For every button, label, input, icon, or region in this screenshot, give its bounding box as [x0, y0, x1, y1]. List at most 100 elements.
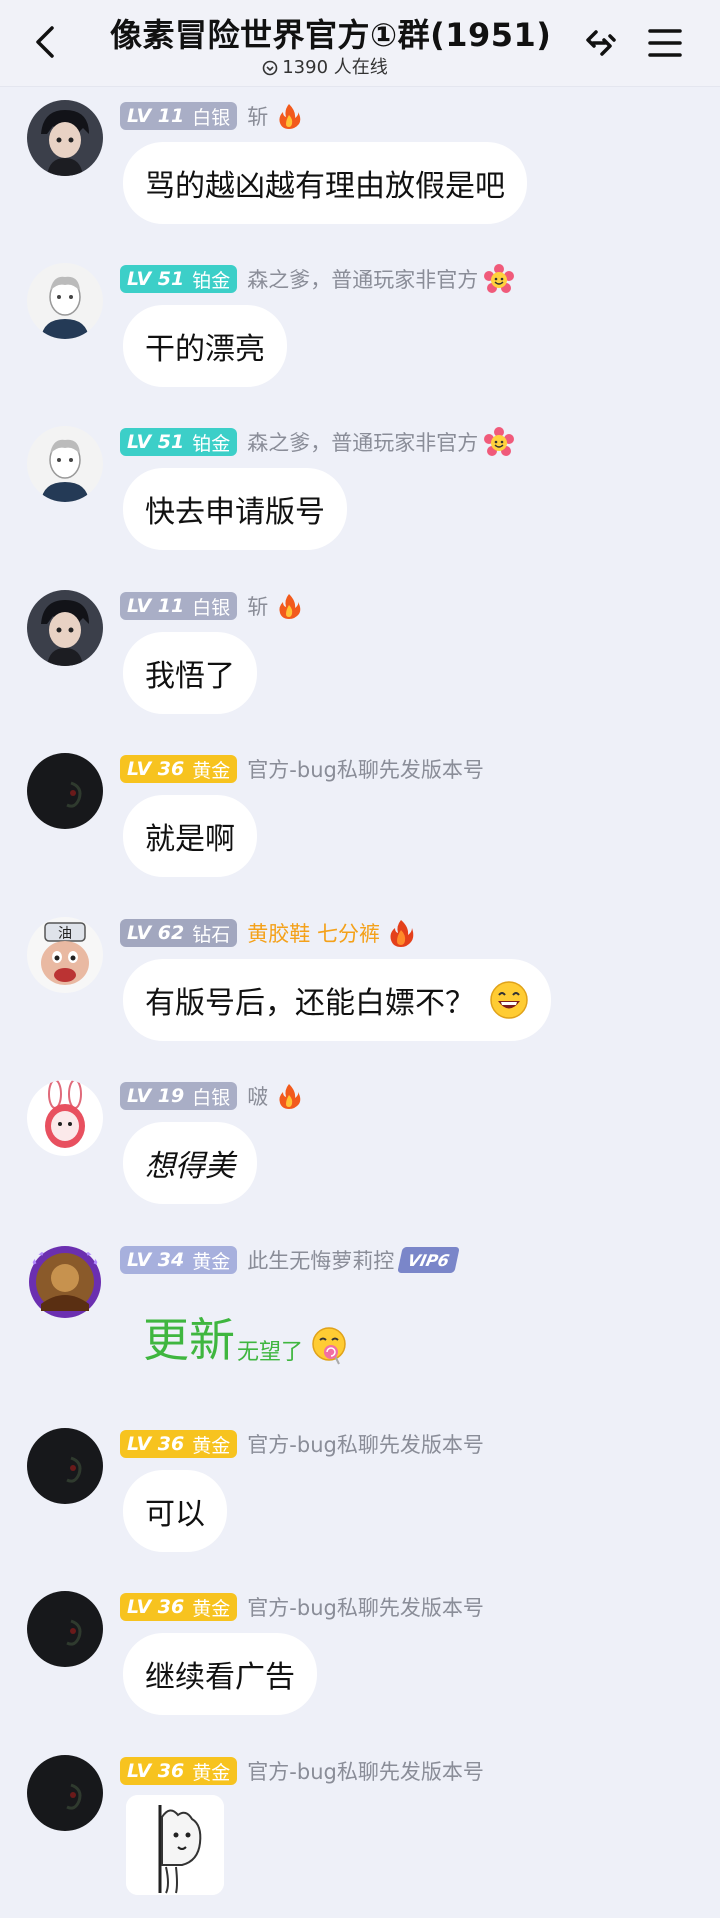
rank-text: 黄金 [192, 1434, 231, 1457]
fire-icon [274, 591, 304, 621]
flower-face-icon [484, 427, 515, 457]
sender-meta: LV 36 黄金 官方-bug私聊先发版本号 [120, 1428, 484, 1460]
sender-meta: LV 36 黄金 官方-bug私聊先发版本号 [120, 1755, 484, 1787]
sender-meta: LV 36 黄金 官方-bug私聊先发版本号 [120, 753, 484, 785]
rank-text: 黄金 [192, 1250, 231, 1273]
group-title: 像素冒险世界官方①群(1951) [110, 16, 552, 54]
colorful-text-message[interactable]: 更新 无望了 [143, 1304, 349, 1370]
message-bubble[interactable]: 我悟了 [123, 632, 257, 714]
sender-meta: LV 51 铂金 森之爹，普通玩家非官方 [120, 263, 515, 295]
level-badge: LV 36 黄金 [120, 1430, 238, 1458]
avatar[interactable] [27, 1755, 103, 1831]
avatar[interactable] [27, 263, 103, 339]
level-text: LV 34 [127, 1249, 185, 1271]
vip-badge-icon: VIP6 [397, 1247, 461, 1273]
level-text: LV 11 [127, 105, 185, 127]
rank-text: 黄金 [192, 1761, 231, 1784]
fire-icon [274, 101, 304, 131]
level-text: LV 62 [127, 922, 185, 944]
avatar[interactable] [27, 590, 103, 666]
sender-nickname[interactable]: 森之爹，普通玩家非官方 [247, 264, 478, 294]
sender-meta: LV 36 黄金 官方-bug私聊先发版本号 [120, 1591, 484, 1623]
message-text: 想得美 [145, 1149, 235, 1184]
sticker-image[interactable] [126, 1795, 224, 1895]
level-text: LV 51 [127, 431, 185, 453]
avatar[interactable] [27, 100, 103, 176]
message-bubble[interactable]: 快去申请版号 [123, 468, 347, 550]
online-count-text: 1390 人在线 [282, 57, 388, 78]
message-bubble[interactable]: 有版号后，还能白嫖不？ [123, 959, 551, 1041]
svg-text:油: 油 [58, 926, 72, 942]
share-link-icon[interactable] [576, 20, 622, 66]
avatar[interactable] [27, 1428, 103, 1504]
level-badge: LV 36 黄金 [120, 755, 238, 783]
message-text: 骂的越凶越有理由放假是吧 [145, 169, 505, 204]
message-text: 我悟了 [145, 659, 235, 694]
rank-text: 白银 [192, 106, 231, 129]
sender-nickname[interactable]: 官方-bug私聊先发版本号 [247, 754, 484, 784]
level-badge: LV 19 白银 [120, 1082, 238, 1110]
back-arrow-icon[interactable] [26, 22, 66, 62]
online-count: 1390 人在线 [110, 53, 540, 79]
grin-emoji-icon [489, 980, 529, 1020]
level-text: LV 51 [127, 268, 185, 290]
rank-text: 钻石 [192, 923, 231, 946]
sender-nickname[interactable]: 啵 [247, 1081, 268, 1111]
level-text: LV 11 [127, 595, 185, 617]
level-badge: LV 36 黄金 [120, 1757, 238, 1785]
menu-icon[interactable] [642, 20, 688, 66]
message-text: 就是啊 [145, 822, 235, 857]
avatar[interactable] [27, 1080, 103, 1156]
avatar[interactable] [27, 426, 103, 502]
fire-icon [274, 1081, 304, 1111]
message-text: 有版号后，还能白嫖不？ [145, 986, 475, 1021]
message-text-large: 更新 [143, 1313, 235, 1367]
level-badge: LV 34 黄金 [120, 1246, 238, 1274]
message-bubble[interactable]: 想得美 [123, 1122, 257, 1204]
level-badge: LV 62 钻石 [120, 919, 238, 947]
sender-nickname[interactable]: 官方-bug私聊先发版本号 [247, 1429, 484, 1459]
sender-nickname[interactable]: 斩 [247, 591, 268, 621]
level-badge: LV 11 白银 [120, 592, 238, 620]
avatar[interactable] [27, 1591, 103, 1667]
sender-nickname[interactable]: 官方-bug私聊先发版本号 [247, 1592, 484, 1622]
fire-big-icon [386, 918, 416, 948]
message-bubble[interactable]: 就是啊 [123, 795, 257, 877]
message-bubble[interactable]: 骂的越凶越有理由放假是吧 [123, 142, 527, 224]
avatar[interactable] [27, 1244, 103, 1320]
rank-text: 铂金 [192, 269, 231, 292]
sender-meta: LV 62 钻石 黄胶鞋 七分裤 [120, 917, 416, 949]
level-text: LV 19 [127, 1085, 185, 1107]
rank-text: 黄金 [192, 1597, 231, 1620]
level-text: LV 36 [127, 758, 185, 780]
rank-text: 铂金 [192, 432, 231, 455]
message-text: 快去申请版号 [145, 495, 325, 530]
rank-text: 黄金 [192, 759, 231, 782]
sender-meta: LV 19 白银啵 [120, 1080, 304, 1112]
sender-nickname[interactable]: 森之爹，普通玩家非官方 [247, 427, 478, 457]
level-badge: LV 36 黄金 [120, 1593, 238, 1621]
sender-nickname[interactable]: 黄胶鞋 七分裤 [247, 918, 380, 948]
online-icon [262, 60, 278, 76]
message-text: 干的漂亮 [145, 332, 265, 367]
level-badge: LV 51 铂金 [120, 265, 238, 293]
message-bubble[interactable]: 继续看广告 [123, 1633, 317, 1715]
sender-meta: LV 11 白银斩 [120, 100, 304, 132]
chat-header: 像素冒险世界官方①群(1951) 1390 人在线 [0, 0, 720, 87]
level-text: LV 36 [127, 1596, 185, 1618]
sender-nickname[interactable]: 官方-bug私聊先发版本号 [247, 1756, 484, 1786]
message-text-small: 无望了 [237, 1340, 304, 1365]
sender-nickname[interactable]: 此生无悔萝莉控 [247, 1245, 394, 1275]
message-bubble[interactable]: 干的漂亮 [123, 305, 287, 387]
avatar[interactable]: 油 [27, 917, 103, 993]
flower-face-icon [484, 264, 515, 294]
message-text: 可以 [145, 1497, 205, 1532]
sender-meta: LV 34 黄金 此生无悔萝莉控 VIP6 [120, 1244, 461, 1276]
sender-nickname[interactable]: 斩 [247, 101, 268, 131]
level-badge: LV 51 铂金 [120, 428, 238, 456]
avatar[interactable] [27, 753, 103, 829]
rank-text: 白银 [192, 596, 231, 619]
message-bubble[interactable]: 可以 [123, 1470, 227, 1552]
message-text: 继续看广告 [145, 1660, 295, 1695]
level-text: LV 36 [127, 1760, 185, 1782]
